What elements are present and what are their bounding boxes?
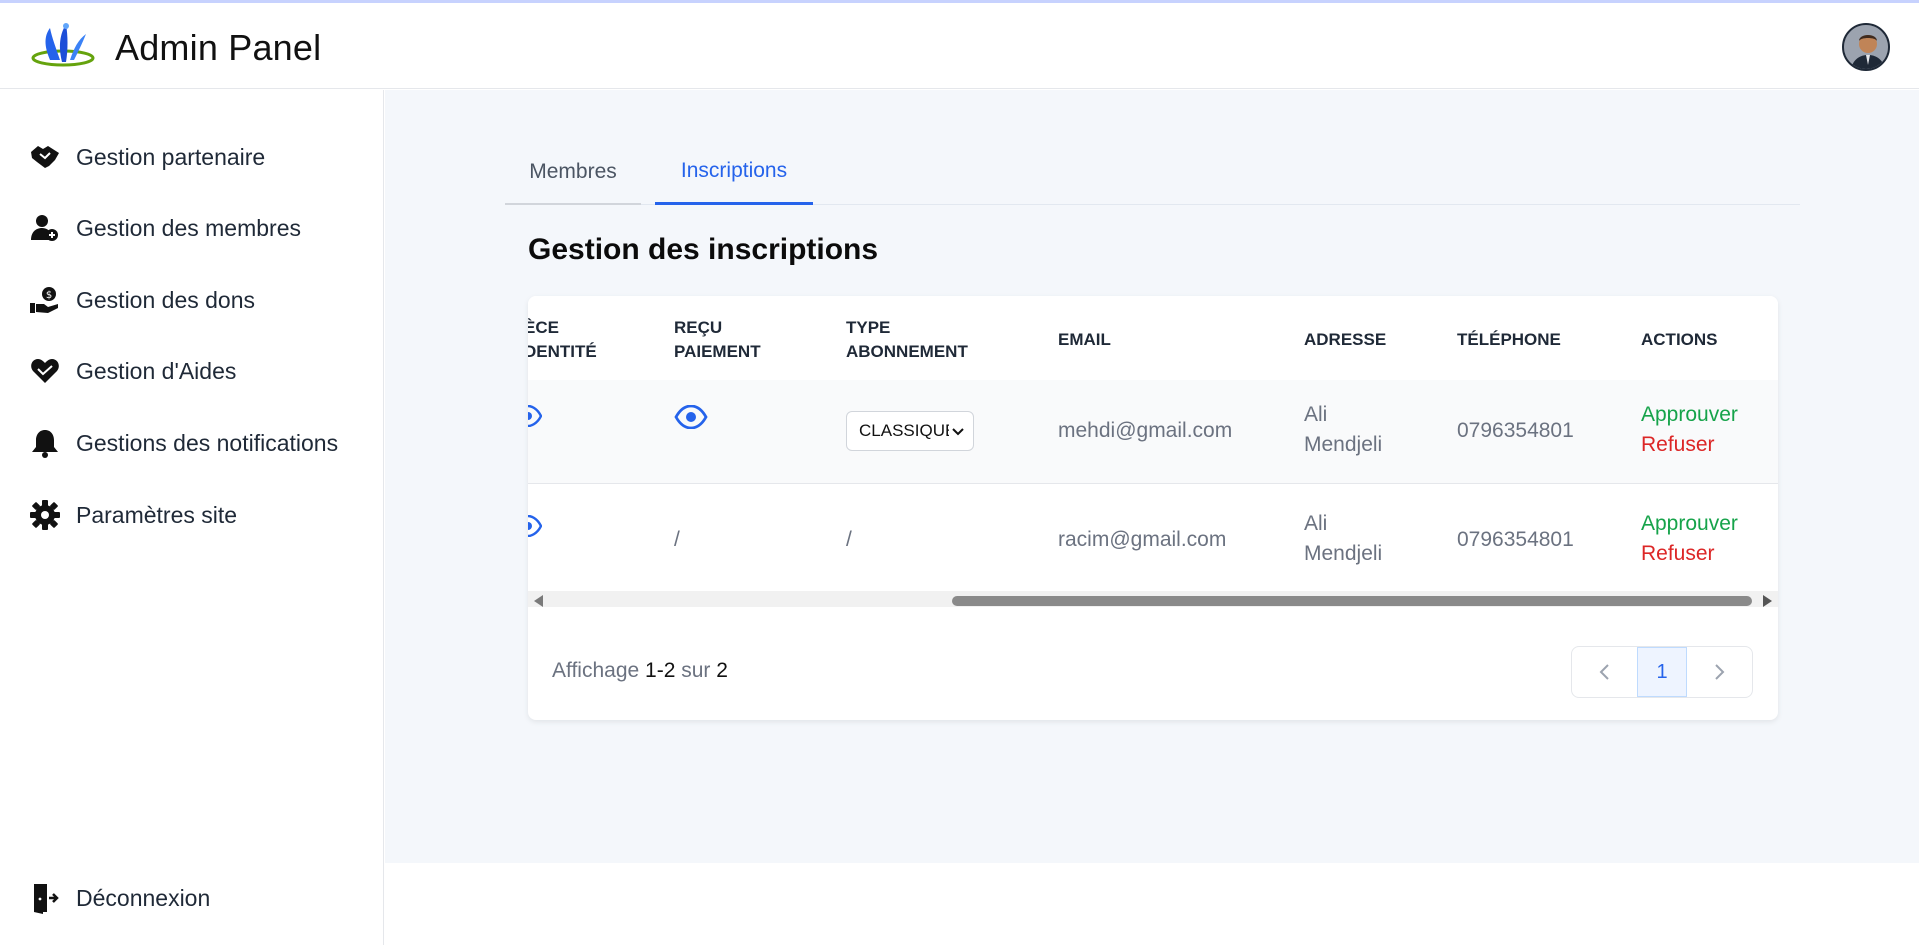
inscriptions-table: ÈCE DENTITÉ REÇU PAIEMENT TYPE ABONNEMEN…: [528, 296, 1778, 607]
prev-page-button[interactable]: [1572, 647, 1637, 697]
hand-heart-icon: [28, 354, 62, 388]
main-content: Membres Inscriptions Gestion des inscrip…: [385, 90, 1919, 863]
pagination-info: Affichage 1-2 sur 2: [552, 659, 728, 682]
sidebar-item-label: Gestion des dons: [76, 286, 256, 313]
sidebar-item-label: Gestion des membres: [76, 214, 301, 241]
logout-label: Déconnexion: [76, 884, 211, 911]
tab-bar: Membres Inscriptions: [505, 140, 1800, 205]
app-title: Admin Panel: [115, 27, 322, 68]
approve-button[interactable]: Approuver: [1641, 509, 1738, 539]
sidebar-item-dons[interactable]: $ Gestion des dons: [28, 280, 255, 320]
col-header-adresse: ADRESSE: [1304, 330, 1387, 349]
eye-icon[interactable]: [528, 405, 542, 427]
telephone-cell: 0796354801: [1457, 419, 1574, 442]
user-plus-icon: [28, 211, 62, 245]
scroll-left-arrow[interactable]: [534, 595, 543, 607]
type-cell: /: [846, 528, 852, 551]
adresse-cell: Ali Mendjeli: [1304, 403, 1383, 456]
logout-icon: [28, 881, 62, 915]
tab-membres[interactable]: Membres: [505, 140, 641, 205]
col-header-recu-paiement: REÇU PAIEMENT: [674, 318, 761, 361]
chevron-right-icon: [1715, 664, 1725, 680]
user-avatar[interactable]: [1842, 23, 1890, 71]
col-header-email: EMAIL: [1058, 330, 1111, 349]
recu-cell: /: [674, 528, 680, 551]
sidebar-item-label: Gestion partenaire: [76, 143, 266, 170]
eye-icon[interactable]: [674, 405, 708, 429]
logo-icon: [31, 23, 95, 67]
chevron-left-icon: [1599, 664, 1609, 680]
next-page-button[interactable]: [1687, 647, 1752, 697]
top-header: Admin Panel: [0, 3, 1919, 89]
col-header-actions: ACTIONS: [1641, 330, 1718, 349]
email-cell: racim@gmail.com: [1058, 528, 1227, 551]
sidebar-item-label: Gestion d'Aides: [76, 357, 237, 384]
sidebar-item-membres[interactable]: Gestion des membres: [28, 208, 301, 248]
sidebar-item-label: Paramètres site: [76, 501, 238, 528]
hand-coin-icon: $: [28, 283, 62, 317]
col-header-type-abonnement: TYPE ABONNEMENT: [846, 318, 968, 361]
horizontal-scrollbar[interactable]: [528, 591, 1778, 607]
page-number-button[interactable]: 1: [1637, 647, 1687, 697]
scroll-thumb[interactable]: [952, 596, 1752, 606]
sidebar-item-parametres[interactable]: Paramètres site: [28, 495, 237, 535]
email-cell: mehdi@gmail.com: [1058, 419, 1233, 442]
telephone-cell: 0796354801: [1457, 528, 1574, 551]
scroll-right-arrow[interactable]: [1763, 595, 1772, 607]
subscription-type-select[interactable]: CLASSIQUE: [846, 411, 974, 451]
actions-cell: Approuver Refuser: [1641, 400, 1738, 460]
sidebar: Gestion partenaire Gestion des membres $…: [0, 90, 384, 945]
sidebar-item-partenaire[interactable]: Gestion partenaire: [28, 137, 265, 177]
col-header-telephone: TÉLÉPHONE: [1457, 330, 1561, 349]
pagination: 1: [1571, 646, 1753, 698]
page-title: Gestion des inscriptions: [528, 233, 879, 266]
sidebar-item-aides[interactable]: Gestion d'Aides: [28, 351, 236, 391]
logout-button[interactable]: Déconnexion: [28, 878, 210, 918]
table-row: CLASSIQUE mehdi@gmail.com Ali Mendjeli 0…: [528, 380, 1778, 484]
sidebar-item-notifications[interactable]: Gestions des notifications: [28, 423, 338, 463]
bottom-area: [385, 863, 1919, 945]
avatar-icon: [1844, 25, 1888, 69]
refuse-button[interactable]: Refuser: [1641, 539, 1738, 569]
table-row: / / racim@gmail.com Ali Mendjeli 0796354…: [528, 485, 1778, 592]
actions-cell: Approuver Refuser: [1641, 509, 1738, 569]
approve-button[interactable]: Approuver: [1641, 400, 1738, 430]
svg-text:$: $: [46, 290, 52, 301]
tab-inscriptions[interactable]: Inscriptions: [655, 140, 813, 205]
col-header-piece-identite: ÈCE DENTITÉ: [528, 318, 597, 361]
bell-icon: [28, 426, 62, 460]
inscriptions-card: ÈCE DENTITÉ REÇU PAIEMENT TYPE ABONNEMEN…: [528, 296, 1778, 720]
chevron-down-icon: [949, 422, 967, 440]
gear-icon: [28, 498, 62, 532]
handshake-icon: [28, 140, 62, 174]
sidebar-item-label: Gestions des notifications: [76, 429, 339, 456]
refuse-button[interactable]: Refuser: [1641, 430, 1738, 460]
adresse-cell: Ali Mendjeli: [1304, 512, 1383, 565]
eye-icon[interactable]: [528, 515, 542, 537]
